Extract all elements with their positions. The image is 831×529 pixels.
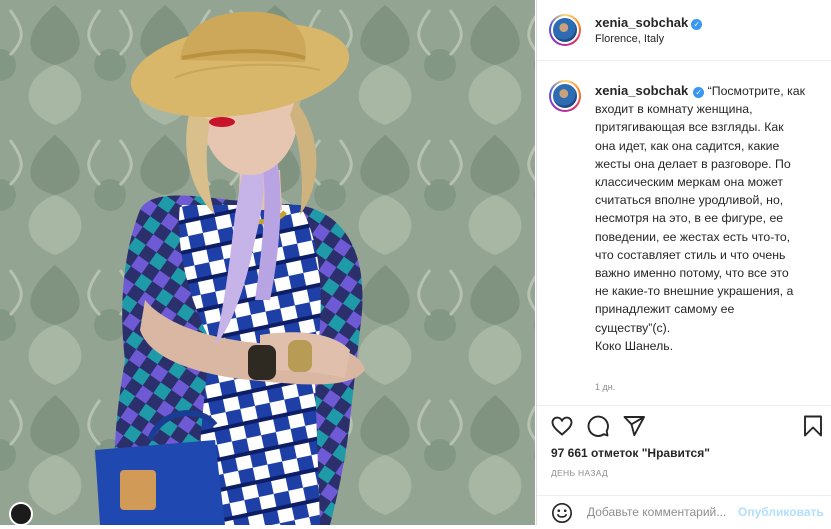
caption-line: входит в комнату женщина, <box>595 102 753 117</box>
caption-line: поведении, ее жестах есть что-то, <box>595 229 791 244</box>
verified-badge-icon: ✓ <box>691 19 703 30</box>
caption-line: классическим меркам она может <box>595 175 784 190</box>
username-link[interactable]: xenia_sobchak <box>595 15 688 30</box>
overlay-dot[interactable] <box>9 502 33 525</box>
caption-avatar[interactable] <box>549 80 581 112</box>
comment-button[interactable] <box>586 414 610 438</box>
caption-line: xenia_sobchak ✓ “Посмотрите, как <box>595 82 827 100</box>
likes-count[interactable]: 97 661 отметок "Нравится" <box>551 446 710 460</box>
caption-username-link[interactable]: xenia_sobchak <box>595 83 688 98</box>
comment-bubble-icon <box>587 415 609 437</box>
add-comment-bar: Опубликовать <box>537 496 831 525</box>
avatar[interactable] <box>549 14 581 46</box>
caption-line: притягивающая все взгляды. Как <box>595 120 784 135</box>
caption-line: она идет, как она садится, какие <box>595 138 780 153</box>
caption-text: “Посмотрите, как <box>707 84 805 98</box>
emoji-button[interactable] <box>551 502 573 524</box>
comment-input[interactable] <box>587 502 737 522</box>
location-link[interactable]: Florence, Italy <box>595 33 664 45</box>
caption-line: жесты она делает в разговоре. По <box>595 156 791 171</box>
post-photo[interactable] <box>0 0 535 525</box>
caption-line: принадлежит самому ее <box>595 302 735 317</box>
divider <box>537 405 831 406</box>
publish-button[interactable]: Опубликовать <box>738 505 824 519</box>
caption-line: не какие-то внешние украшения, а <box>595 284 794 299</box>
post-image <box>0 0 535 525</box>
save-button[interactable] <box>801 414 825 438</box>
caption-line: несмотря на это, в ее фигуре, ее <box>595 211 784 226</box>
caption-line: Коко Шанель. <box>595 338 674 353</box>
username-row: xenia_sobchak ✓ <box>595 14 703 32</box>
caption-timestamp[interactable]: 1 дн. <box>595 382 615 392</box>
caption-line: существу”(с). <box>595 320 671 335</box>
action-bar <box>537 414 831 440</box>
caption-line: важно именно потому, что все это <box>595 266 789 281</box>
caption-line: что составляет стиль и что очень <box>595 247 786 262</box>
post-caption: xenia_sobchak ✓ “Посмотрите, как входит в… <box>595 82 827 355</box>
caption-line: считаться вполне уродливой, но, <box>595 193 784 208</box>
smiley-icon <box>552 503 572 523</box>
post-header: xenia_sobchak ✓ Florence, Italy <box>537 0 831 61</box>
like-button[interactable] <box>550 414 574 438</box>
share-button[interactable] <box>622 414 646 438</box>
verified-badge-icon: ✓ <box>693 87 705 98</box>
post-side-panel: xenia_sobchak ✓ Florence, Italy xenia_sob… <box>536 0 831 525</box>
heart-icon <box>551 416 573 436</box>
paper-plane-icon <box>623 416 645 437</box>
bookmark-icon <box>804 415 822 437</box>
post-date[interactable]: ДЕНЬ НАЗАД <box>551 468 608 478</box>
